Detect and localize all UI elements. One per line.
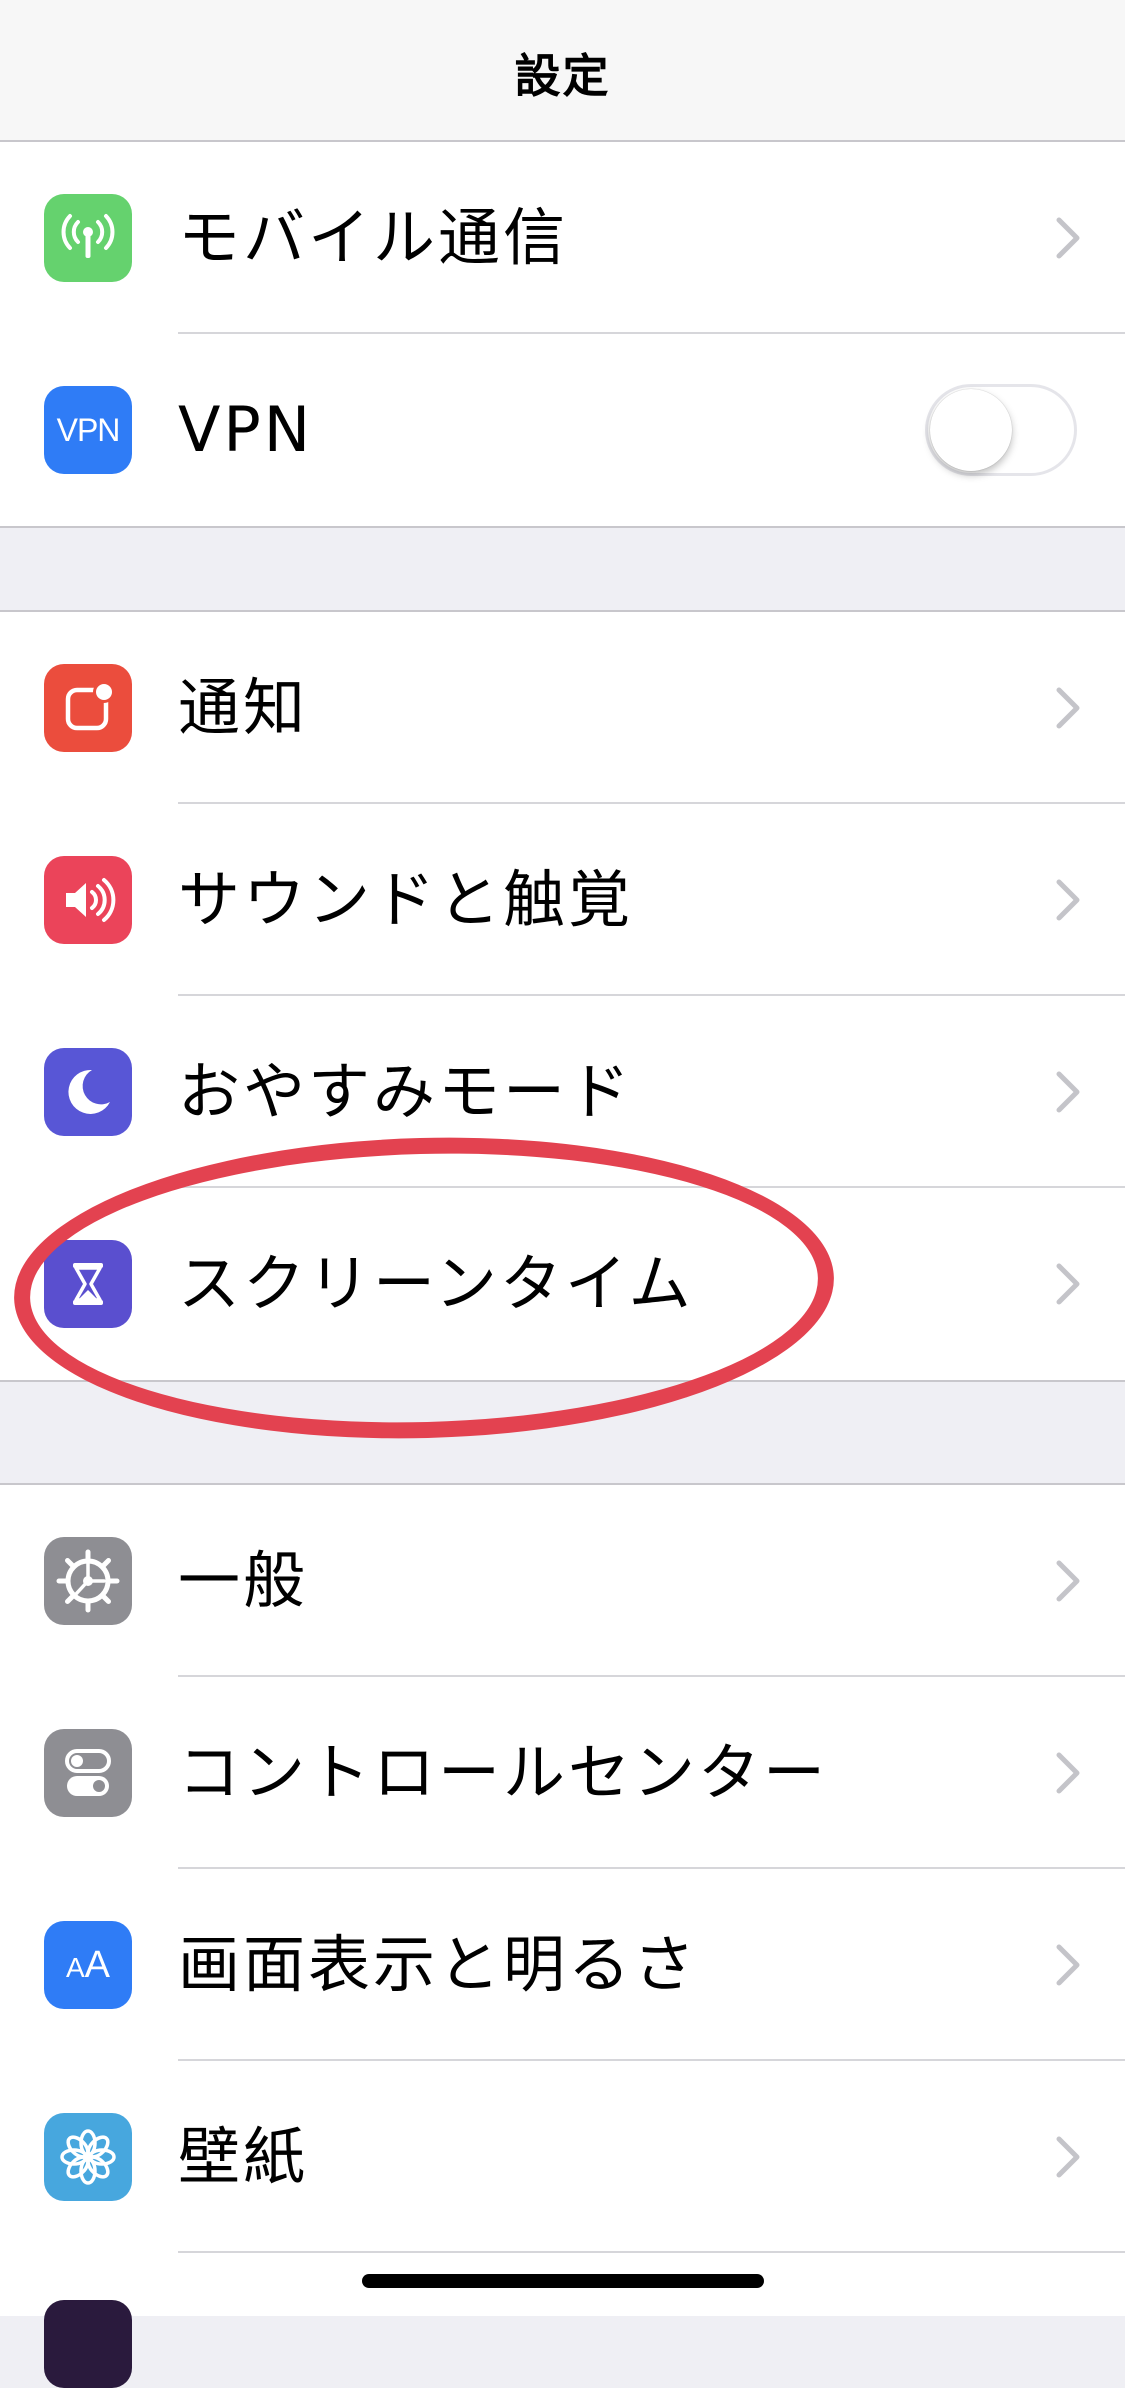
settings-group-system: 一般 コントロールセンター AA 画面表示と明るさ 壁紙	[0, 1483, 1125, 2316]
chevron-right-icon	[1056, 1071, 1080, 1113]
settings-row-sounds[interactable]: サウンドと触覚	[0, 804, 1125, 996]
page-title: 設定	[514, 49, 611, 103]
row-separator	[178, 2251, 1125, 2253]
flower-icon	[44, 2113, 132, 2201]
settings-row-label: コントロールセンター	[178, 1736, 829, 1809]
settings-group-connectivity: モバイル通信 VPN VPN	[0, 142, 1125, 528]
moon-icon	[44, 1048, 132, 1136]
settings-row-label: モバイル通信	[178, 201, 569, 274]
text-size-icon: AA	[44, 1921, 132, 2009]
settings-row-label: おやすみモード	[178, 1055, 634, 1128]
chevron-right-icon	[1056, 217, 1080, 259]
settings-row-control-center[interactable]: コントロールセンター	[0, 1677, 1125, 1869]
switches-icon	[44, 1729, 132, 1817]
chevron-right-icon	[1056, 1263, 1080, 1305]
settings-row-cellular[interactable]: モバイル通信	[0, 142, 1125, 334]
home-indicator[interactable]	[362, 2274, 764, 2288]
settings-row-do-not-disturb[interactable]: おやすみモード	[0, 996, 1125, 1188]
vpn-icon: VPN	[44, 386, 132, 474]
settings-row-wallpaper[interactable]: 壁紙	[0, 2061, 1125, 2253]
gear-icon	[44, 1537, 132, 1625]
settings-row-label: 通知	[178, 671, 309, 744]
settings-row-label: サウンドと触覚	[178, 863, 634, 936]
settings-row-label: 画面表示と明るさ	[178, 1928, 699, 2001]
settings-row-label: スクリーンタイム	[178, 1247, 694, 1320]
notifications-icon	[44, 664, 132, 752]
settings-row-general[interactable]: 一般	[0, 1485, 1125, 1677]
settings-row-vpn[interactable]: VPN VPN	[0, 334, 1125, 526]
text-size-icon-text: AA	[65, 1943, 111, 1986]
settings-row-label: VPN	[178, 393, 314, 466]
antenna-icon	[44, 194, 132, 282]
chevron-right-icon	[1056, 1944, 1080, 1986]
navigation-bar: 設定	[0, 0, 1125, 142]
chevron-right-icon	[1056, 1752, 1080, 1794]
vpn-toggle[interactable]	[925, 384, 1077, 476]
chevron-right-icon	[1056, 1560, 1080, 1602]
settings-group-alerts: 通知 サウンドと触覚 おやすみモード スクリーンタイム	[0, 610, 1125, 1382]
next-row-icon	[44, 2300, 132, 2388]
chevron-right-icon	[1056, 2136, 1080, 2178]
vpn-icon-text: VPN	[56, 411, 121, 448]
chevron-right-icon	[1056, 879, 1080, 921]
chevron-right-icon	[1056, 687, 1080, 729]
speaker-icon	[44, 856, 132, 944]
settings-row-screen-time[interactable]: スクリーンタイム	[0, 1188, 1125, 1380]
hourglass-icon	[44, 1240, 132, 1328]
settings-row-label: 壁紙	[178, 2120, 309, 2193]
settings-row-notifications[interactable]: 通知	[0, 612, 1125, 804]
toggle-knob	[930, 389, 1012, 471]
settings-row-label: 一般	[178, 1544, 309, 1617]
settings-row-display-brightness[interactable]: AA 画面表示と明るさ	[0, 1869, 1125, 2061]
